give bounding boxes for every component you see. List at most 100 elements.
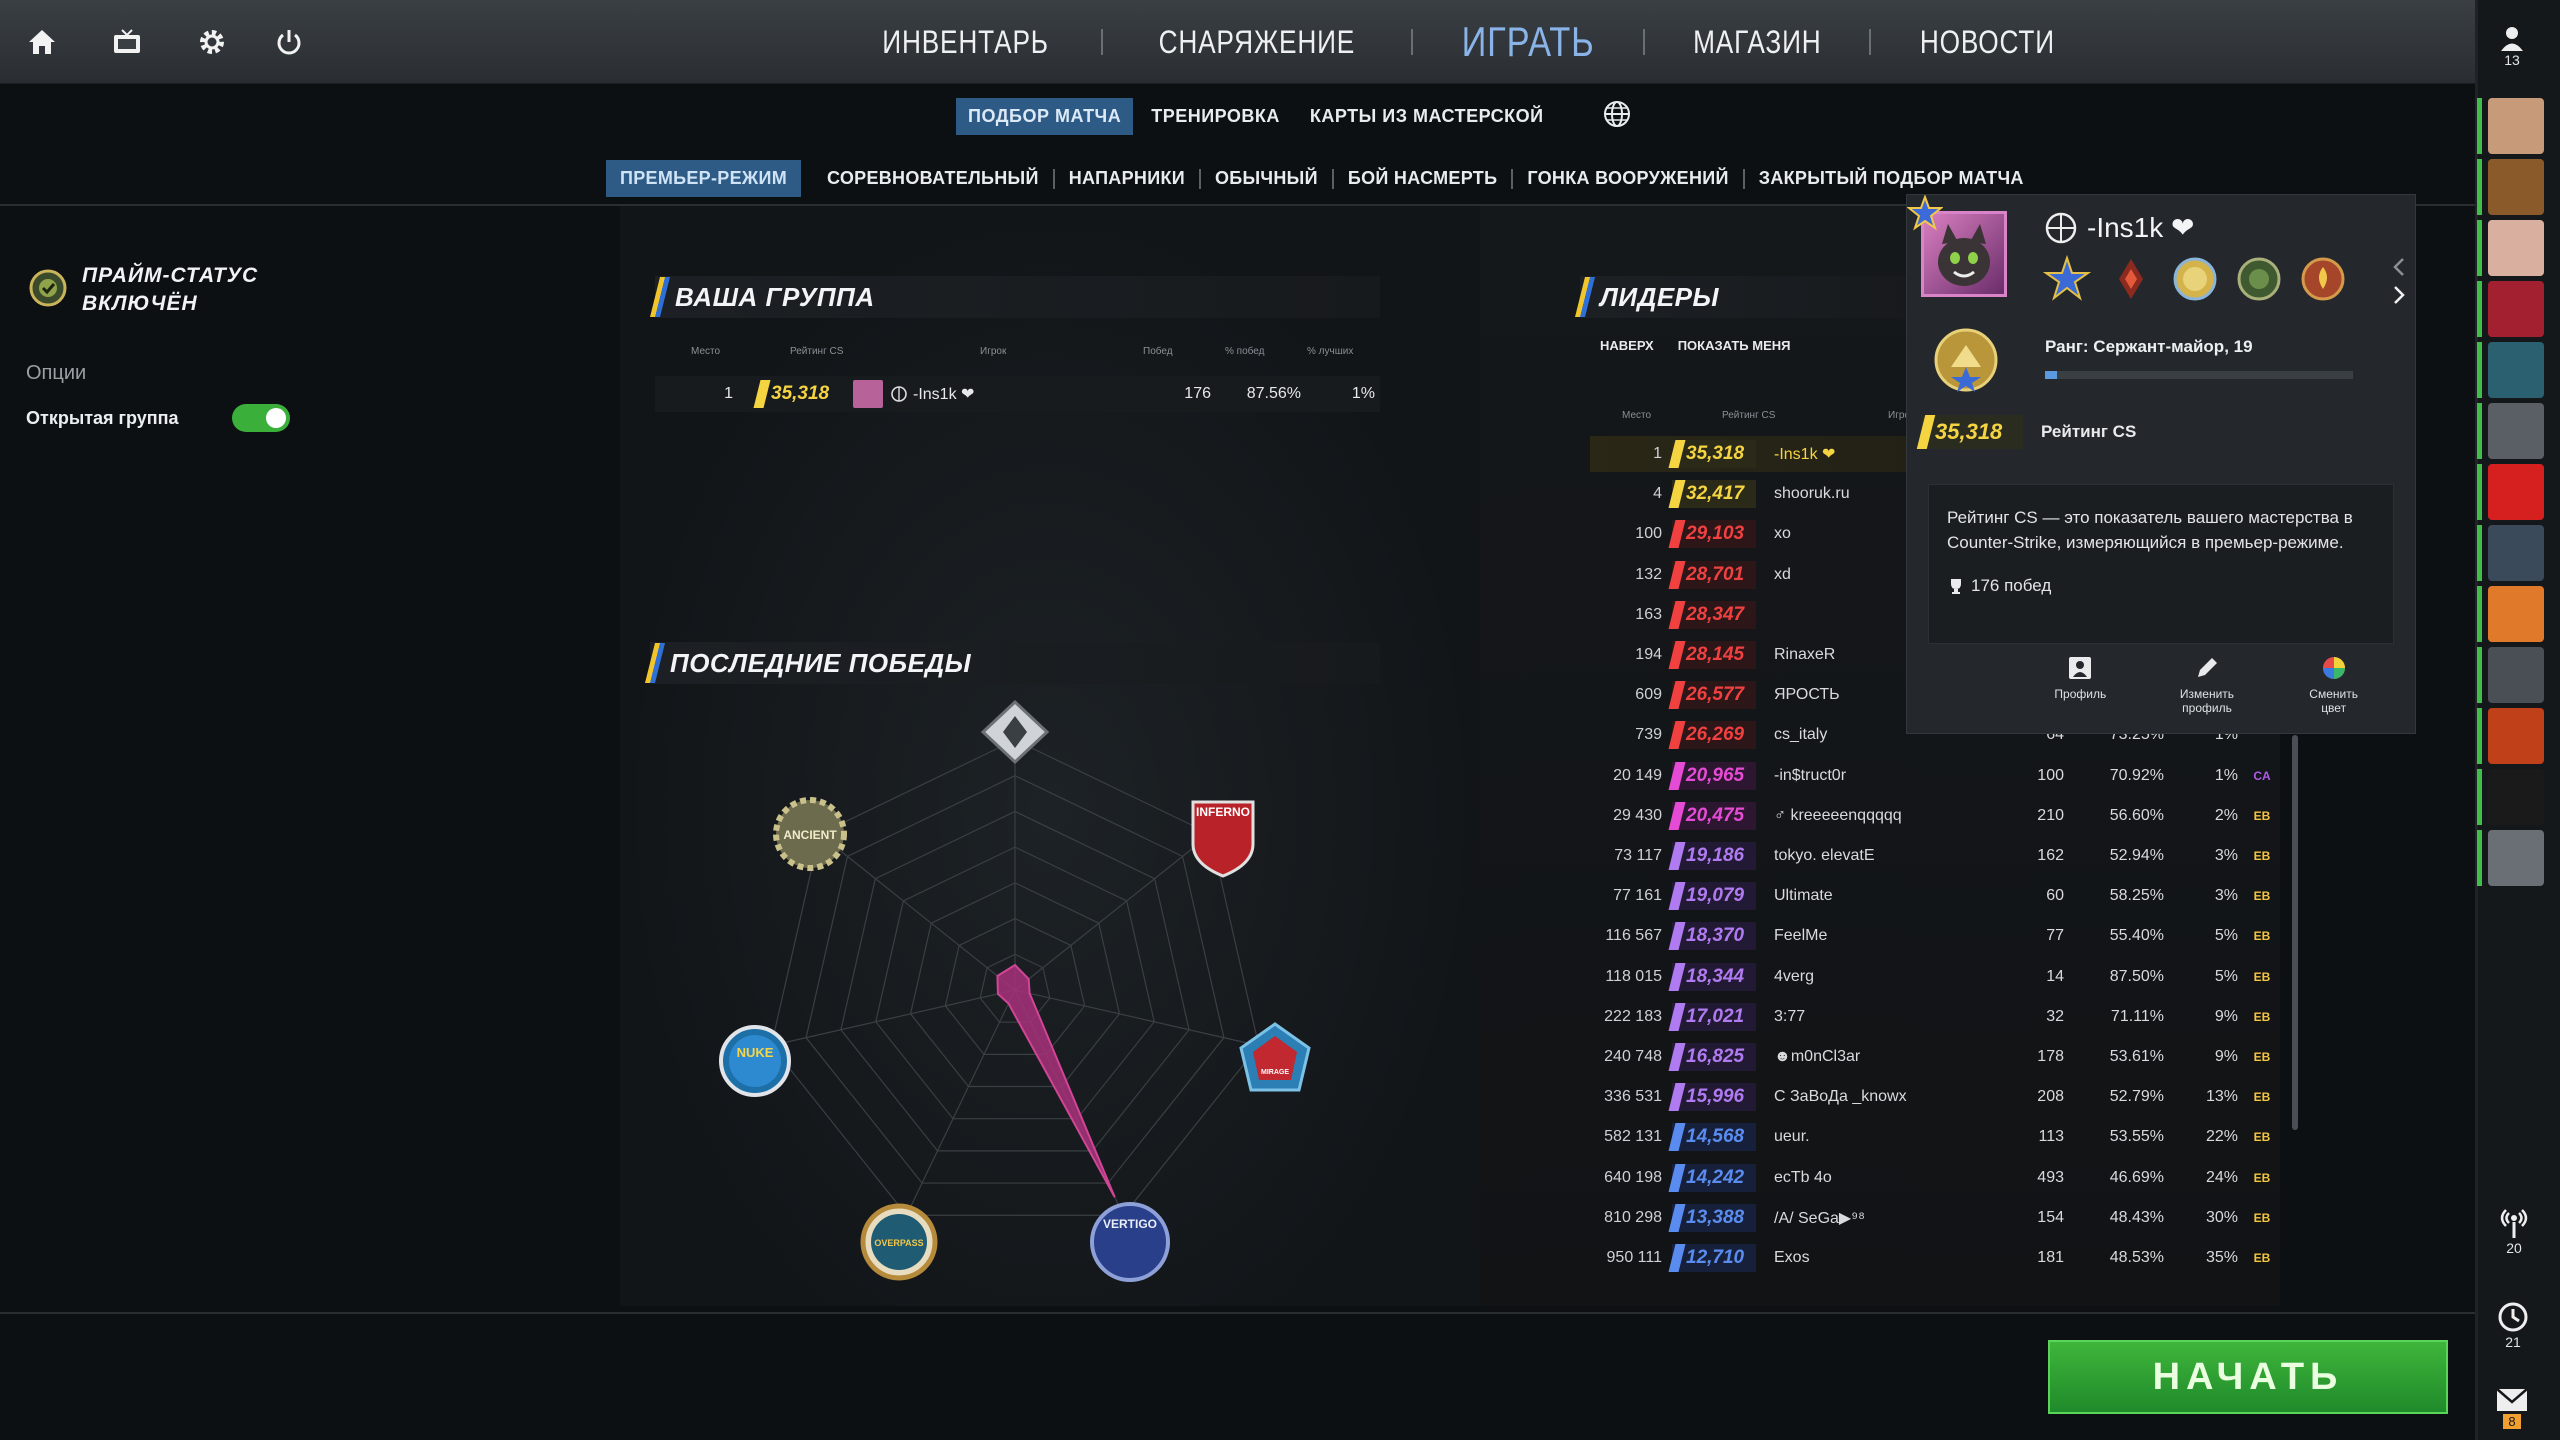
map-emblem-mirage-2[interactable]: MIRAGE [1239, 1022, 1311, 1092]
leader-rating: 26,269 [1668, 721, 1756, 750]
nav-loadout[interactable]: СНАРЯЖЕНИЕ [1131, 24, 1383, 61]
friend-avatar[interactable] [2488, 586, 2544, 642]
leader-place: 810 298 [1604, 1208, 1662, 1226]
leaders-scrollbar[interactable] [2292, 735, 2298, 1130]
leader-row[interactable]: 810 298 13,388 /A/ SeGa▶⁹⁸ 154 48.43% 30… [1590, 1200, 2290, 1236]
globe-icon[interactable] [1602, 99, 1632, 134]
map-emblem-overpass[interactable]: OVERPASS [860, 1203, 938, 1281]
leader-region-badge: EB [2253, 1210, 2271, 1225]
map-emblem-inferno[interactable]: INFERNO [1191, 800, 1255, 878]
power-icon[interactable] [267, 20, 311, 64]
map-emblem-nuke[interactable]: NUKE [719, 1025, 791, 1097]
tab-wingman[interactable]: НАПАРНИКИ [1055, 160, 1199, 197]
leader-row[interactable]: 73 117 19,186 tokyo. elevatE 162 52.94% … [1590, 838, 2290, 874]
lb-col-place: Место [1622, 410, 1652, 421]
nav-store[interactable]: МАГАЗИН [1665, 24, 1849, 61]
bottom-divider [0, 1312, 2475, 1314]
leader-row[interactable]: 29 430 20,475 ♂ kreeeeenqqqqq 210 56.60%… [1590, 798, 2290, 834]
group-row[interactable]: 1 35,318 -Ins1k ❤ 176 87.56% 1% [655, 376, 1380, 412]
leader-row[interactable]: 336 531 15,996 С ЗаВоДа _knowx 208 52.79… [1590, 1079, 2290, 1115]
leader-winpct: 48.43% [2109, 1208, 2164, 1226]
tab-arms-race[interactable]: ГОНКА ВООРУЖЕНИЙ [1513, 160, 1742, 197]
open-group-toggle[interactable] [232, 404, 290, 432]
leader-rating: 29,103 [1668, 520, 1756, 549]
friend-avatar[interactable] [2488, 403, 2544, 459]
tv-icon[interactable] [105, 20, 149, 64]
map-emblem-ancient[interactable]: ANCIENT [773, 797, 847, 871]
recent-wins-title: ПОСЛЕДНИЕ ПОБЕДЫ [645, 642, 1380, 684]
leader-top: 5% [2214, 927, 2238, 945]
tab-competitive[interactable]: СОРЕВНОВАТЕЛЬНЫЙ [813, 160, 1053, 197]
medal-star-icon [2043, 255, 2091, 301]
leader-row[interactable]: 640 198 14,242 ecTb 4o 493 46.69% 24% EB [1590, 1160, 2290, 1196]
map-emblem-vertigo[interactable]: VERTIGO [1090, 1202, 1170, 1282]
leader-row[interactable]: 240 748 16,825 ☻m0nCl3ar 178 53.61% 9% E… [1590, 1039, 2290, 1075]
player-avatar [853, 380, 883, 408]
leader-name: ♂ kreeeeenqqqqq [1774, 806, 1902, 824]
leader-row[interactable]: 222 183 17,021 3:77 32 71.11% 9% EB [1590, 999, 2290, 1035]
leaders-tab-show-me[interactable]: ПОКАЗАТЬ МЕНЯ [1678, 338, 1791, 353]
leader-rating: 26,577 [1668, 681, 1756, 710]
tab-casual[interactable]: ОБЫЧНЫЙ [1201, 160, 1332, 197]
leader-row[interactable]: 582 131 14,568 ueur. 113 53.55% 22% EB [1590, 1119, 2290, 1155]
tab-matchmaking[interactable]: ПОДБОР МАТЧА [956, 98, 1134, 135]
change-color-button[interactable]: Сменить цвет [2279, 655, 2389, 715]
friends-button[interactable]: 13 [2498, 24, 2526, 68]
tab-deathmatch[interactable]: БОЙ НАСМЕРТЬ [1334, 160, 1512, 197]
tab-private-matchmaking[interactable]: ЗАКРЫТЫЙ ПОДБОР МАТЧА [1745, 160, 2038, 197]
leader-rating: 16,825 [1668, 1043, 1756, 1071]
tab-practice[interactable]: ТРЕНИРОВКА [1139, 98, 1292, 135]
medal-wreath-icon [2237, 257, 2281, 301]
leader-row[interactable]: 118 015 18,344 4verg 14 87.50% 5% EB [1590, 959, 2290, 995]
friend-avatar[interactable] [2488, 98, 2544, 154]
leader-place: 29 430 [1613, 806, 1662, 824]
profile-button[interactable]: Профиль [2025, 655, 2135, 715]
friend-online-indicator [2477, 159, 2482, 215]
leader-row[interactable]: 950 111 12,710 Exos 181 48.53% 35% EB [1590, 1240, 2290, 1276]
friend-avatar[interactable] [2488, 464, 2544, 520]
trophy-icon [1951, 578, 1961, 594]
tab-workshop-maps[interactable]: КАРТЫ ИЗ МАСТЕРСКОЙ [1298, 98, 1556, 135]
chevron-right-icon[interactable] [2391, 285, 2407, 310]
friend-avatar[interactable] [2488, 769, 2544, 825]
col-top: % лучших [1307, 346, 1354, 357]
friend-avatar[interactable] [2488, 647, 2544, 703]
friend-avatar[interactable] [2488, 159, 2544, 215]
leader-place: 100 [1635, 525, 1662, 543]
nav-play[interactable]: ИГРАТЬ [1433, 18, 1622, 66]
nav-news[interactable]: НОВОСТИ [1892, 24, 2083, 61]
leader-place: 118 015 [1605, 967, 1662, 985]
leader-rating: 19,079 [1668, 882, 1756, 911]
radio-button[interactable]: 20 [2496, 1204, 2532, 1256]
nav-inventory[interactable]: ИНВЕНТАРЬ [854, 24, 1076, 61]
col-player: Игрок [980, 346, 1007, 357]
leader-place: 132 [1635, 565, 1662, 583]
history-button[interactable]: 21 [2496, 1300, 2530, 1350]
friend-avatar[interactable] [2488, 342, 2544, 398]
start-button[interactable]: НАЧАТЬ [2048, 1340, 2448, 1414]
leaders-tab-top[interactable]: НАВЕРХ [1600, 338, 1654, 353]
nav-separator [1869, 29, 1872, 55]
rating-tooltip: Рейтинг CS — это показатель вашего масте… [1928, 484, 2394, 644]
leader-rating: 12,710 [1668, 1244, 1756, 1272]
map-label-vertigo: VERTIGO [1103, 1217, 1157, 1231]
map-emblem-mirage[interactable] [980, 699, 1050, 765]
chevron-left-icon[interactable] [2391, 257, 2407, 282]
person-icon [2501, 27, 2523, 51]
leader-name: /A/ SeGa▶⁹⁸ [1774, 1209, 1865, 1227]
friend-avatar[interactable] [2488, 830, 2544, 886]
friend-avatar[interactable] [2488, 220, 2544, 276]
edit-profile-button[interactable]: Изменить профиль [2152, 655, 2262, 715]
leader-row[interactable]: 20 149 20,965 -in$truct0r 100 70.92% 1% … [1590, 758, 2290, 794]
home-icon[interactable] [20, 20, 64, 64]
mail-button[interactable]: 8 [2496, 1388, 2528, 1429]
friend-avatar[interactable] [2488, 525, 2544, 581]
leader-row[interactable]: 77 161 19,079 Ultimate 60 58.25% 3% EB [1590, 878, 2290, 914]
tab-premier[interactable]: ПРЕМЬЕР-РЕЖИМ [606, 160, 801, 197]
leader-winpct: 87.50% [2109, 967, 2164, 985]
gear-icon[interactable] [190, 20, 234, 64]
leader-place: 1 [1653, 445, 1662, 462]
friend-avatar[interactable] [2488, 281, 2544, 337]
friend-avatar[interactable] [2488, 708, 2544, 764]
leader-row[interactable]: 116 567 18,370 FeelMe 77 55.40% 5% EB [1590, 918, 2290, 954]
